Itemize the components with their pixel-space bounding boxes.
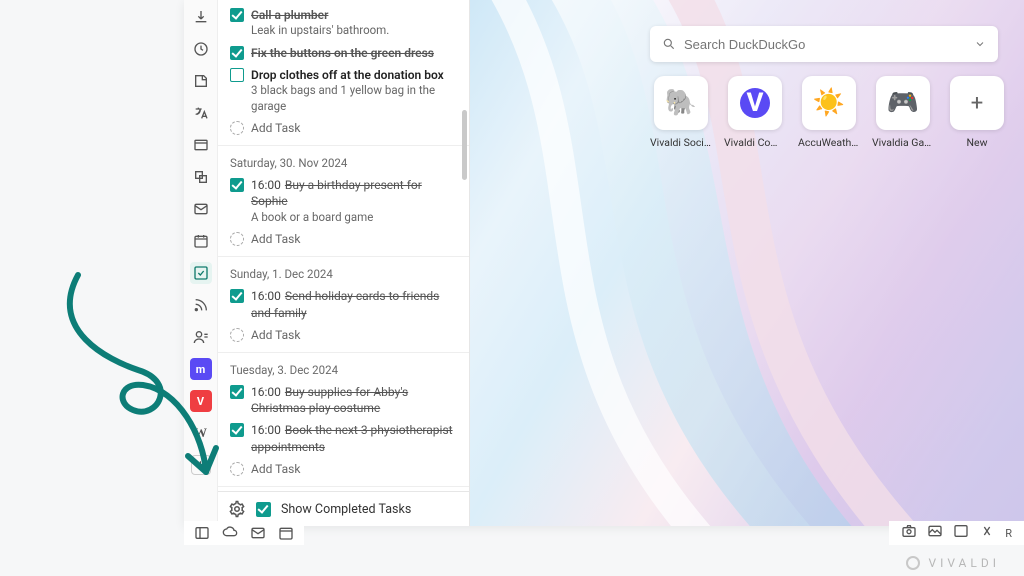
task-section-header: Tuesday, 3. Dec 2024 bbox=[228, 357, 459, 381]
settings-icon[interactable] bbox=[228, 500, 246, 518]
add-panel-button[interactable]: + bbox=[190, 454, 212, 476]
search-icon bbox=[662, 37, 676, 51]
task-row[interactable]: Call a plumberLeak in upstairs' bathroom… bbox=[228, 4, 459, 42]
task-row[interactable]: 16:00Buy supplies for Abby's Christmas p… bbox=[228, 381, 459, 419]
show-completed-label: Show Completed Tasks bbox=[281, 502, 411, 517]
add-task-icon bbox=[230, 328, 244, 342]
speed-dial-tile[interactable]: V Vivaldi Com... bbox=[724, 76, 786, 149]
notes-icon[interactable] bbox=[190, 70, 212, 92]
downloads-icon[interactable] bbox=[190, 6, 212, 28]
task-checkbox[interactable] bbox=[230, 68, 244, 82]
speed-dial-icon: V bbox=[728, 76, 782, 130]
tasks-panel: Call a plumberLeak in upstairs' bathroom… bbox=[218, 0, 470, 526]
show-completed-checkbox[interactable] bbox=[256, 502, 271, 517]
speed-dial-label: Vivaldi Com... bbox=[724, 136, 786, 149]
add-task-button[interactable]: Add Task bbox=[228, 458, 459, 480]
tiling-icon[interactable] bbox=[953, 523, 969, 543]
capture-icon[interactable] bbox=[901, 523, 917, 543]
task-row[interactable]: 16:00Send holiday cards to friends and f… bbox=[228, 285, 459, 323]
tasks-list[interactable]: Call a plumberLeak in upstairs' bathroom… bbox=[218, 0, 469, 491]
add-task-icon bbox=[230, 232, 244, 246]
calendar-status-icon[interactable] bbox=[278, 525, 294, 541]
speed-dial-tile[interactable]: ☀️ AccuWeather bbox=[798, 76, 860, 149]
task-row[interactable]: Fix the buttons on the green dress bbox=[228, 42, 459, 64]
task-checkbox[interactable] bbox=[230, 423, 244, 437]
task-checkbox[interactable] bbox=[230, 289, 244, 303]
vivaldi-logo-icon bbox=[906, 556, 920, 570]
speed-dial-tile[interactable]: 🐘 Vivaldi Social bbox=[650, 76, 712, 149]
calendar-icon[interactable] bbox=[190, 230, 212, 252]
speed-dial-label: Vivaldi Social bbox=[650, 136, 712, 149]
add-task-icon bbox=[230, 462, 244, 476]
task-row[interactable]: 16:00Buy a birthday present for SophieA … bbox=[228, 174, 459, 228]
task-section-header: Saturday, 30. Nov 2024 bbox=[228, 150, 459, 174]
speed-dial-tile[interactable]: 🎮 Vivaldia Games bbox=[872, 76, 934, 149]
app-window: m V W + Call a plumberLeak in upstairs' … bbox=[184, 0, 1024, 526]
status-bar-left bbox=[184, 521, 304, 545]
speed-dial-icon: ☀️ bbox=[802, 76, 856, 130]
speed-dial-icon: 🐘 bbox=[654, 76, 708, 130]
vivaldi-brand-text: VIVALDI bbox=[928, 556, 1000, 570]
window-panel-icon[interactable] bbox=[190, 134, 212, 156]
speed-dial-tile[interactable]: + New bbox=[946, 76, 1008, 149]
ruler-icon[interactable]: R bbox=[1005, 527, 1012, 540]
chevron-down-icon[interactable] bbox=[974, 38, 986, 50]
sessions-icon[interactable] bbox=[190, 166, 212, 188]
status-bar-right: R bbox=[889, 521, 1024, 545]
search-field[interactable] bbox=[650, 26, 998, 62]
add-task-label: Add Task bbox=[251, 461, 300, 477]
add-task-label: Add Task bbox=[251, 120, 300, 136]
start-page: 🐘 Vivaldi Social V Vivaldi Com... ☀️ AccuWeat… bbox=[470, 0, 1024, 526]
task-section-header: Sunday, 1. Dec 2024 bbox=[228, 261, 459, 285]
search-input[interactable] bbox=[684, 37, 974, 52]
add-task-button[interactable]: Add Task bbox=[228, 117, 459, 139]
task-time: 16:00 bbox=[251, 289, 281, 303]
wikipedia-panel-icon[interactable]: W bbox=[190, 422, 212, 444]
add-task-button[interactable]: Add Task bbox=[228, 324, 459, 346]
task-description: Leak in upstairs' bathroom. bbox=[251, 23, 457, 39]
scrollbar-thumb[interactable] bbox=[462, 110, 467, 180]
task-time: 16:00 bbox=[251, 423, 281, 437]
contacts-icon[interactable] bbox=[190, 326, 212, 348]
task-title: Call a plumber bbox=[251, 8, 328, 22]
speed-dial-label: AccuWeather bbox=[798, 136, 860, 149]
tasks-icon[interactable] bbox=[190, 262, 212, 284]
task-checkbox[interactable] bbox=[230, 178, 244, 192]
task-title: Fix the buttons on the green dress bbox=[251, 46, 434, 60]
sync-icon[interactable] bbox=[222, 525, 238, 541]
mastodon-panel-icon[interactable]: m bbox=[190, 358, 212, 380]
panel-toggle-icon[interactable] bbox=[194, 525, 210, 541]
mail-icon[interactable] bbox=[190, 198, 212, 220]
task-checkbox[interactable] bbox=[230, 8, 244, 22]
add-task-label: Add Task bbox=[251, 231, 300, 247]
task-description: A book or a board game bbox=[251, 210, 457, 226]
speed-dial-grid: 🐘 Vivaldi Social V Vivaldi Com... ☀️ AccuWeat… bbox=[650, 76, 1008, 149]
vivaldi-panel-icon[interactable]: V bbox=[190, 390, 212, 412]
add-task-icon bbox=[230, 121, 244, 135]
task-row[interactable]: 16:00Book the next 3 physiotherapist app… bbox=[228, 419, 459, 457]
speed-dial-icon: + bbox=[950, 76, 1004, 130]
task-title: Drop clothes off at the donation box bbox=[251, 68, 444, 82]
page-actions-icon[interactable] bbox=[979, 523, 995, 543]
task-description: 3 black bags and 1 yellow bag in the gar… bbox=[251, 83, 457, 114]
task-time: 16:00 bbox=[251, 385, 281, 399]
speed-dial-label: New bbox=[946, 136, 1008, 149]
speed-dial-icon: 🎮 bbox=[876, 76, 930, 130]
task-time: 16:00 bbox=[251, 178, 281, 192]
add-task-label: Add Task bbox=[251, 327, 300, 343]
speed-dial-label: Vivaldia Games bbox=[872, 136, 934, 149]
task-checkbox[interactable] bbox=[230, 46, 244, 60]
mail-status-icon[interactable] bbox=[250, 525, 266, 541]
vivaldi-brand: VIVALDI bbox=[906, 556, 1000, 570]
images-toggle-icon[interactable] bbox=[927, 523, 943, 543]
task-title: Book the next 3 physiotherapist appointm… bbox=[251, 423, 453, 453]
add-task-button[interactable]: Add Task bbox=[228, 228, 459, 250]
task-checkbox[interactable] bbox=[230, 385, 244, 399]
task-row[interactable]: Drop clothes off at the donation box3 bl… bbox=[228, 64, 459, 117]
translate-icon[interactable] bbox=[190, 102, 212, 124]
history-icon[interactable] bbox=[190, 38, 212, 60]
side-panel-rail: m V W + bbox=[184, 0, 218, 526]
feeds-icon[interactable] bbox=[190, 294, 212, 316]
